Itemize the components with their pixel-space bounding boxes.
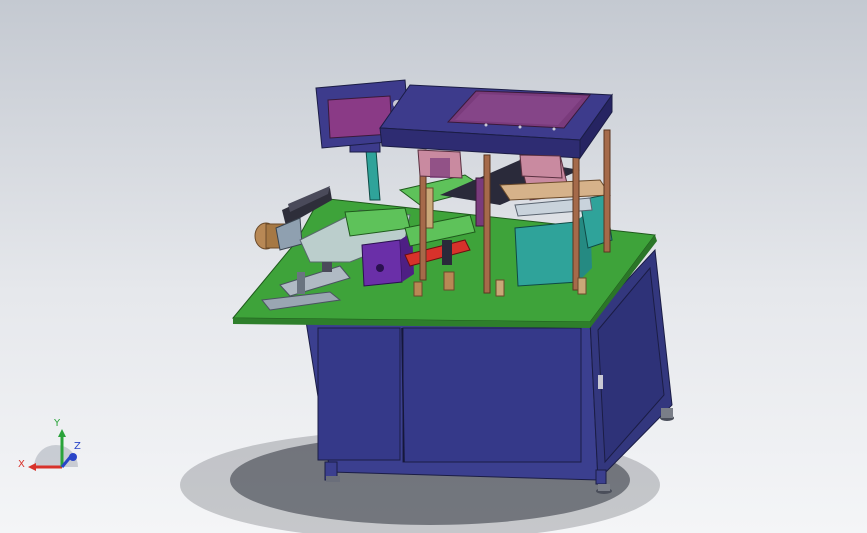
cad-model-assembly[interactable] <box>0 0 867 533</box>
graphics-viewport[interactable]: X Y Z <box>0 0 867 533</box>
x-axis-label: X <box>18 459 25 470</box>
y-axis-label: Y <box>53 418 61 429</box>
coordinate-triad: X Y Z <box>18 418 81 471</box>
top-console[interactable] <box>379 84 613 160</box>
monitor-arm <box>349 141 381 201</box>
z-axis-label: Z <box>74 441 81 452</box>
